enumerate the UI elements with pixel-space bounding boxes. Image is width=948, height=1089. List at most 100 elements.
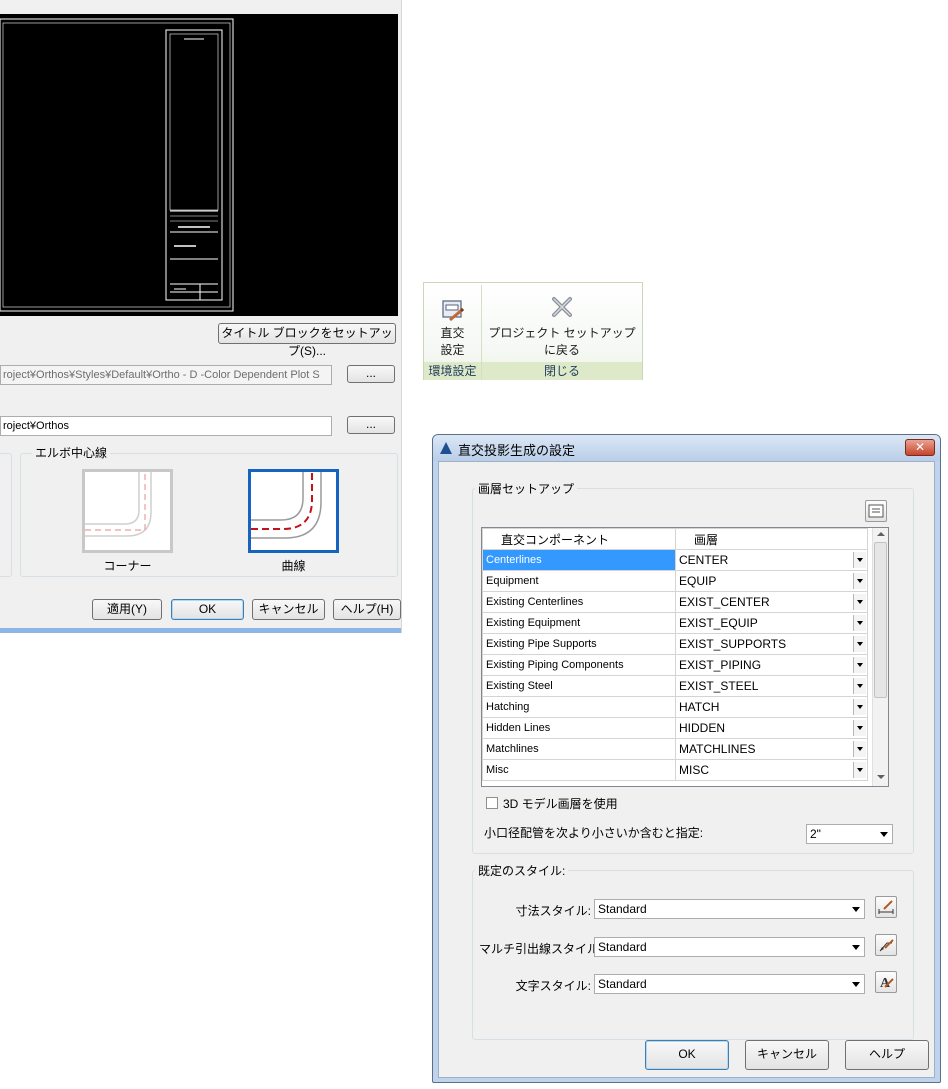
multileader-style-icon: [879, 939, 894, 952]
layer-select[interactable]: HATCH: [677, 698, 867, 717]
layer-select[interactable]: HIDDEN: [677, 719, 867, 738]
table-row[interactable]: Existing Pipe Supports EXIST_SUPPORTS: [482, 633, 868, 655]
style-path-field[interactable]: roject¥Orthos¥Styles¥Default¥Ortho - D -…: [0, 365, 332, 385]
chevron-down-icon[interactable]: [853, 741, 866, 757]
grid-scrollbar[interactable]: [872, 528, 888, 786]
layer-select[interactable]: MISC: [677, 761, 867, 780]
table-row[interactable]: Existing Steel EXIST_STEEL: [482, 675, 868, 697]
ortho-settings-icon: [442, 300, 465, 322]
component-cell[interactable]: Misc: [482, 759, 676, 781]
dialog-help-button[interactable]: ヘルプ: [845, 1040, 929, 1070]
small-pipe-size-select[interactable]: 2": [806, 824, 893, 844]
dim-style-select[interactable]: Standard: [594, 899, 865, 919]
layer-cell[interactable]: HIDDEN: [675, 717, 868, 739]
chevron-down-icon[interactable]: [853, 594, 866, 610]
dialog-ok-button[interactable]: OK: [645, 1040, 729, 1070]
component-cell[interactable]: Existing Pipe Supports: [482, 633, 676, 655]
table-row[interactable]: Matchlines MATCHLINES: [482, 738, 868, 760]
layer-select[interactable]: EXIST_CENTER: [677, 593, 867, 612]
chevron-down-icon[interactable]: [853, 699, 866, 715]
component-cell[interactable]: Existing Steel: [482, 675, 676, 697]
use-3d-layers-checkbox[interactable]: [486, 797, 498, 809]
return-label-2: に戻る: [543, 343, 580, 357]
chevron-down-icon[interactable]: [853, 552, 866, 568]
curve-option[interactable]: [248, 469, 339, 553]
help-button[interactable]: ヘルプ(H): [333, 599, 401, 620]
layer-select[interactable]: EXIST_PIPING: [677, 656, 867, 675]
chevron-down-icon[interactable]: [853, 573, 866, 589]
dim-style-manager-button[interactable]: [875, 896, 897, 918]
table-row[interactable]: Hatching HATCH: [482, 696, 868, 718]
layer-cell[interactable]: EQUIP: [675, 570, 868, 592]
table-row[interactable]: Misc MISC: [482, 759, 868, 781]
grid-header-component[interactable]: 直交コンポーネント: [482, 528, 676, 550]
grid-header-layer[interactable]: 画層: [675, 528, 868, 550]
layer-value: EXIST_SUPPORTS: [679, 637, 787, 651]
chevron-down-icon[interactable]: [853, 657, 866, 673]
scroll-up-arrow-icon[interactable]: [877, 532, 885, 536]
layer-grid-table: 直交コンポーネント 画層 Centerlines CENTER Equipment E…: [482, 528, 868, 781]
dimension-style-icon: [878, 900, 894, 914]
style-browse-button[interactable]: ...: [347, 365, 395, 383]
chevron-down-icon[interactable]: [853, 615, 866, 631]
ribbon-panel-settings-label: 環境設定: [424, 362, 481, 380]
layer-cell[interactable]: EXIST_PIPING: [675, 654, 868, 676]
cancel-button[interactable]: キャンセル: [252, 599, 325, 620]
layer-select[interactable]: EXIST_STEEL: [677, 677, 867, 696]
layer-select[interactable]: EXIST_EQUIP: [677, 614, 867, 633]
component-cell[interactable]: Existing Piping Components: [482, 654, 676, 676]
layer-grid: 直交コンポーネント 画層 Centerlines CENTER Equipment E…: [481, 527, 889, 787]
layer-cell[interactable]: HATCH: [675, 696, 868, 718]
layer-cell[interactable]: EXIST_CENTER: [675, 591, 868, 613]
text-style-manager-button[interactable]: A: [875, 971, 897, 993]
dialog-client-area: 画層セットアップ 直交コンポーネント 画層 Centerlines CENTER E…: [438, 461, 935, 1078]
return-to-project-setup-button[interactable]: プロジェクト セットアップ に戻る: [482, 283, 642, 362]
mleader-style-select[interactable]: Standard: [594, 937, 865, 957]
table-row[interactable]: Existing Piping Components EXIST_PIPING: [482, 654, 868, 676]
chevron-down-icon[interactable]: [853, 762, 866, 778]
drawing-preview: [0, 14, 398, 316]
layer-value: CENTER: [679, 553, 729, 567]
corner-option[interactable]: [82, 469, 173, 553]
layer-cell[interactable]: MISC: [675, 759, 868, 781]
component-cell[interactable]: Equipment: [482, 570, 676, 592]
ortho-settings-button[interactable]: 直交 設定: [424, 283, 481, 362]
layer-cell[interactable]: CENTER: [675, 549, 868, 571]
layer-cell[interactable]: EXIST_SUPPORTS: [675, 633, 868, 655]
use-3d-layers-label: 3D モデル画層を使用: [503, 797, 618, 811]
mleader-style-manager-button[interactable]: [875, 934, 897, 956]
component-cell[interactable]: Existing Centerlines: [482, 591, 676, 613]
layer-cell[interactable]: EXIST_STEEL: [675, 675, 868, 697]
table-row[interactable]: Centerlines CENTER: [482, 549, 868, 571]
table-row[interactable]: Equipment EQUIP: [482, 570, 868, 592]
layer-select[interactable]: MATCHLINES: [677, 740, 867, 759]
ok-button[interactable]: OK: [171, 599, 244, 620]
text-style-select[interactable]: Standard: [594, 974, 865, 994]
chevron-down-icon[interactable]: [853, 636, 866, 652]
dialog-cancel-button[interactable]: キャンセル: [745, 1040, 829, 1070]
component-cell[interactable]: Hidden Lines: [482, 717, 676, 739]
scroll-down-arrow-icon[interactable]: [877, 775, 885, 779]
output-browse-button[interactable]: ...: [347, 416, 395, 434]
scroll-thumb[interactable]: [874, 542, 887, 698]
layer-value: HIDDEN: [679, 721, 726, 735]
dialog-close-button[interactable]: ✕: [905, 439, 935, 456]
component-cell[interactable]: Matchlines: [482, 738, 676, 760]
layer-manager-button[interactable]: [865, 500, 887, 522]
layer-select[interactable]: EXIST_SUPPORTS: [677, 635, 867, 654]
apply-button[interactable]: 適用(Y): [92, 599, 162, 620]
layer-select[interactable]: EQUIP: [677, 572, 867, 591]
title-block-setup-button[interactable]: タイトル ブロックをセットアップ(S)...: [218, 323, 396, 358]
layer-cell[interactable]: MATCHLINES: [675, 738, 868, 760]
table-row[interactable]: Hidden Lines HIDDEN: [482, 717, 868, 739]
table-row[interactable]: Existing Centerlines EXIST_CENTER: [482, 591, 868, 613]
chevron-down-icon[interactable]: [853, 720, 866, 736]
table-row[interactable]: Existing Equipment EXIST_EQUIP: [482, 612, 868, 634]
layer-select[interactable]: CENTER: [677, 551, 867, 570]
component-cell[interactable]: Hatching: [482, 696, 676, 718]
component-cell[interactable]: Existing Equipment: [482, 612, 676, 634]
layer-cell[interactable]: EXIST_EQUIP: [675, 612, 868, 634]
component-cell[interactable]: Centerlines: [482, 549, 676, 571]
output-path-field[interactable]: roject¥Orthos: [0, 416, 332, 436]
chevron-down-icon[interactable]: [853, 678, 866, 694]
